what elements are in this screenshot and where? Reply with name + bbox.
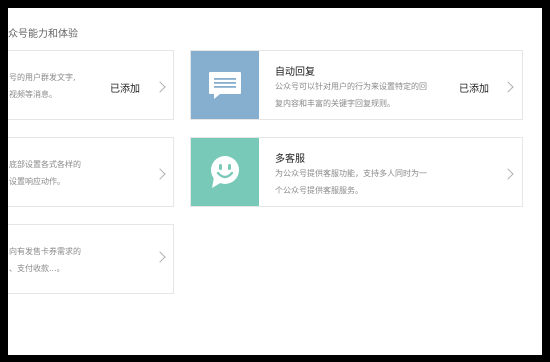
chevron-right-icon[interactable] — [154, 81, 166, 93]
plugin-card-customer-service[interactable]: 多客服 为公众号提供客服功能，支持多人同时为一 个公众号提供客服服务。 — [190, 137, 523, 207]
card-title: 多客服 — [275, 154, 305, 165]
card-title: 自动回复 — [275, 67, 315, 78]
plugin-card-auto-reply[interactable]: 自动回复 公众号可以针对用户的行为来设置特定的回 复内容和丰富的关键字回复规则。… — [190, 50, 523, 120]
chevron-right-icon[interactable] — [502, 168, 514, 180]
plugin-card-custom-menu[interactable]: 底部设置各式各样的 设置响应动作。 — [8, 137, 174, 207]
smiley-chat-icon — [211, 156, 239, 188]
card-description: 为公众号提供客服功能，支持多人同时为一 个公众号提供客服服务。 — [275, 169, 427, 195]
plugin-card-coupons[interactable]: 向有发售卡券需求的 、支付收款...。 — [8, 224, 174, 294]
chevron-right-icon[interactable] — [154, 168, 166, 180]
customer-service-icon-box — [191, 138, 259, 206]
card-description: 公众号可以针对用户的行为来设置特定的回 复内容和丰富的关键字回复规则。 — [275, 82, 427, 108]
chevron-right-icon[interactable] — [154, 251, 166, 263]
auto-reply-icon-box — [191, 51, 259, 119]
plugin-card-mass-message[interactable]: 号的用户群发文字, 视频等消息。 已添加 — [8, 50, 174, 120]
card-description: 底部设置各式各样的 设置响应动作。 — [9, 160, 81, 186]
card-description: 号的用户群发文字, 视频等消息。 — [9, 73, 76, 99]
message-bubble-icon — [209, 72, 241, 99]
plugin-panel: 众号能力和体验 号的用户群发文字, 视频等消息。 已添加 底部设置各式各样的 设… — [8, 8, 542, 355]
status-added: 已添加 — [459, 84, 489, 95]
status-added: 已添加 — [110, 84, 140, 95]
card-description: 向有发售卡券需求的 、支付收款...。 — [9, 247, 81, 273]
section-title: 众号能力和体验 — [8, 29, 78, 40]
chevron-right-icon[interactable] — [502, 81, 514, 93]
